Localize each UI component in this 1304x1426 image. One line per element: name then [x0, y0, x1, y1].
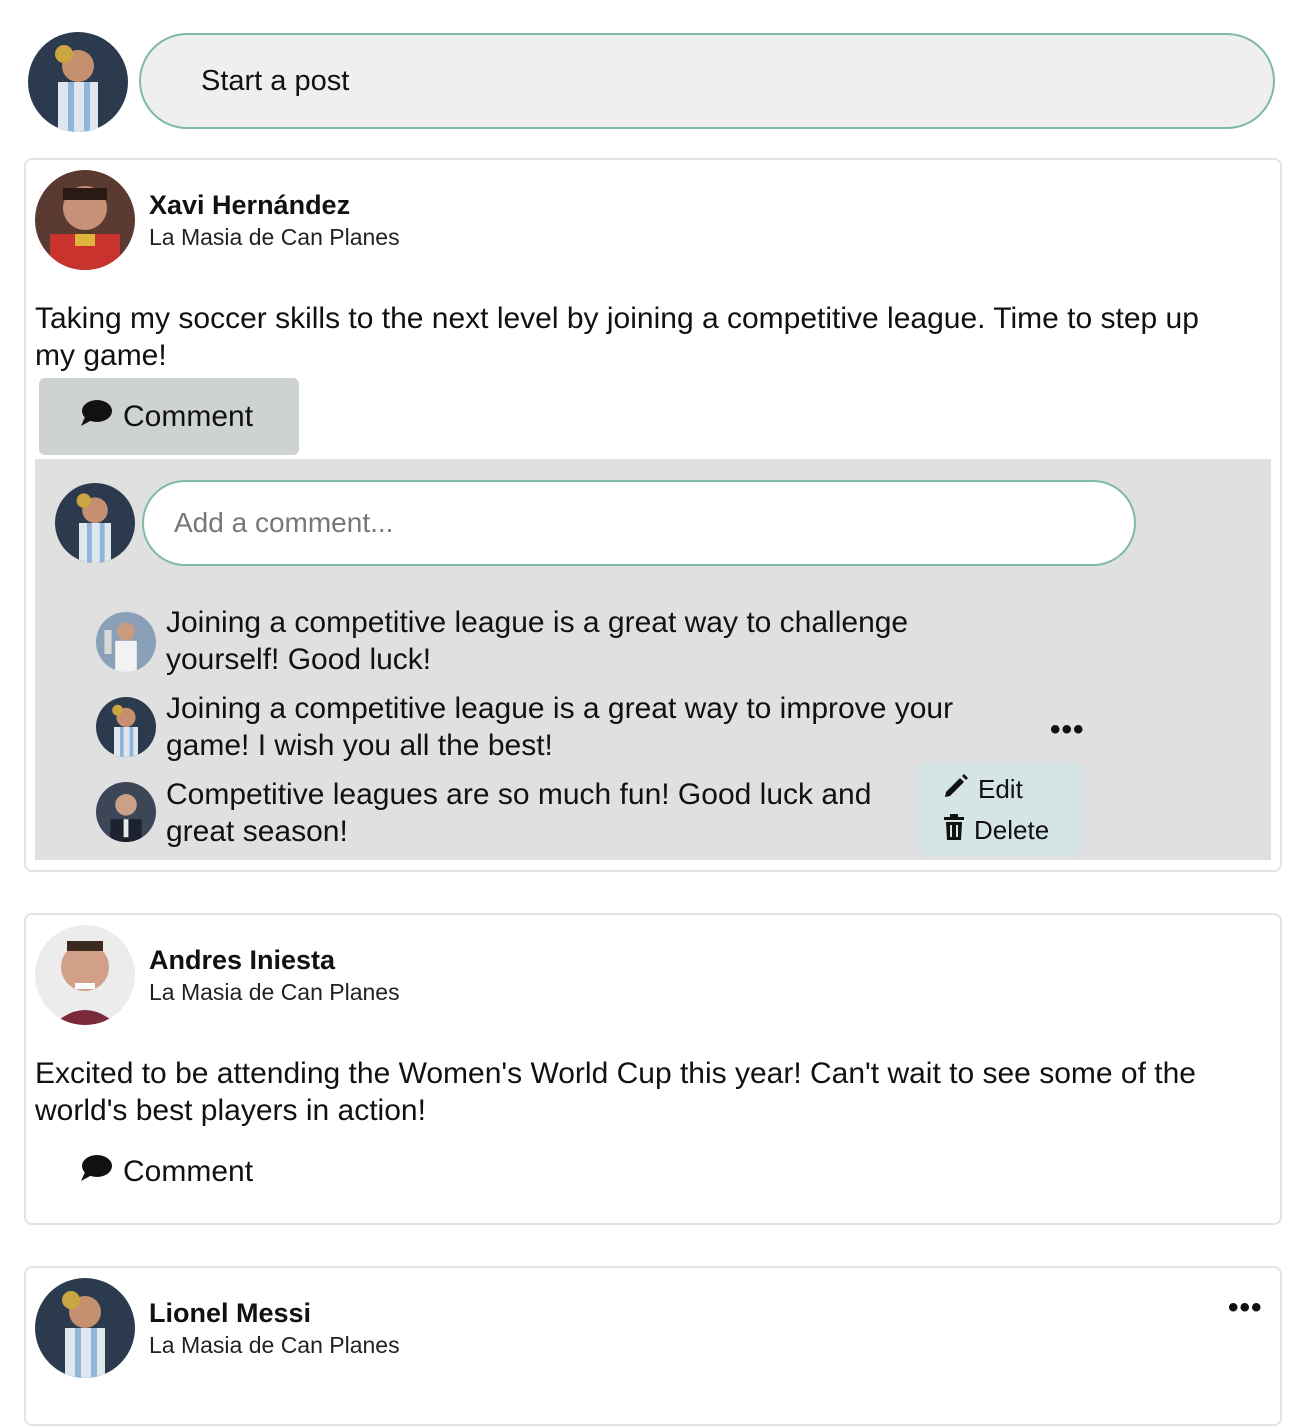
author-avatar: [35, 925, 135, 1025]
post-more-options-button[interactable]: •••: [1228, 1293, 1263, 1323]
trash-icon: [942, 813, 966, 848]
post-text: Taking my soccer skills to the next leve…: [35, 302, 1199, 372]
comment-author-avatar: [96, 782, 156, 842]
comment-button[interactable]: Comment: [39, 1133, 299, 1210]
author-organization: La Masia de Can Planes: [149, 224, 400, 250]
author-organization: La Masia de Can Planes: [149, 1332, 400, 1358]
author-name[interactable]: Lionel Messi: [149, 1298, 311, 1329]
comment-item: Joining a competitive league is a great …: [78, 604, 1090, 682]
current-user-avatar: [28, 32, 128, 132]
comment-options-menu: Edit Delete: [920, 762, 1080, 857]
author-name[interactable]: Xavi Hernández: [149, 190, 350, 221]
comment-author-avatar: [96, 697, 156, 757]
comment-button-label: Comment: [123, 1154, 254, 1188]
speech-bubble-icon: [79, 398, 113, 436]
author-name[interactable]: Andres Iniesta: [149, 945, 335, 976]
comment-button-label: Comment: [123, 399, 254, 433]
comment-text: Joining a competitive league is a great …: [166, 606, 909, 676]
comment-text: Joining a competitive league is a great …: [166, 692, 954, 762]
start-post-input[interactable]: Start a post: [139, 33, 1275, 129]
post-text: Excited to be attending the Women's Worl…: [35, 1057, 1196, 1127]
author-avatar: [35, 1278, 135, 1378]
edit-menu-item[interactable]: Edit: [942, 772, 1023, 807]
delete-menu-item[interactable]: Delete: [942, 813, 1049, 848]
pencil-icon: [942, 772, 970, 807]
comment-more-options-button[interactable]: •••: [1050, 715, 1085, 745]
author-organization: La Masia de Can Planes: [149, 979, 400, 1005]
commenter-avatar: [55, 483, 135, 563]
comment-input[interactable]: Add a comment...: [142, 480, 1136, 566]
comment-author-avatar: [96, 612, 156, 672]
author-avatar: [35, 170, 135, 270]
speech-bubble-icon: [79, 1153, 113, 1191]
comment-item: Joining a competitive league is a great …: [78, 690, 1090, 768]
delete-label: Delete: [974, 815, 1050, 845]
edit-label: Edit: [978, 774, 1023, 804]
comment-text: Competitive leagues are so much fun! Goo…: [166, 778, 872, 848]
comment-button[interactable]: Comment: [39, 378, 299, 455]
